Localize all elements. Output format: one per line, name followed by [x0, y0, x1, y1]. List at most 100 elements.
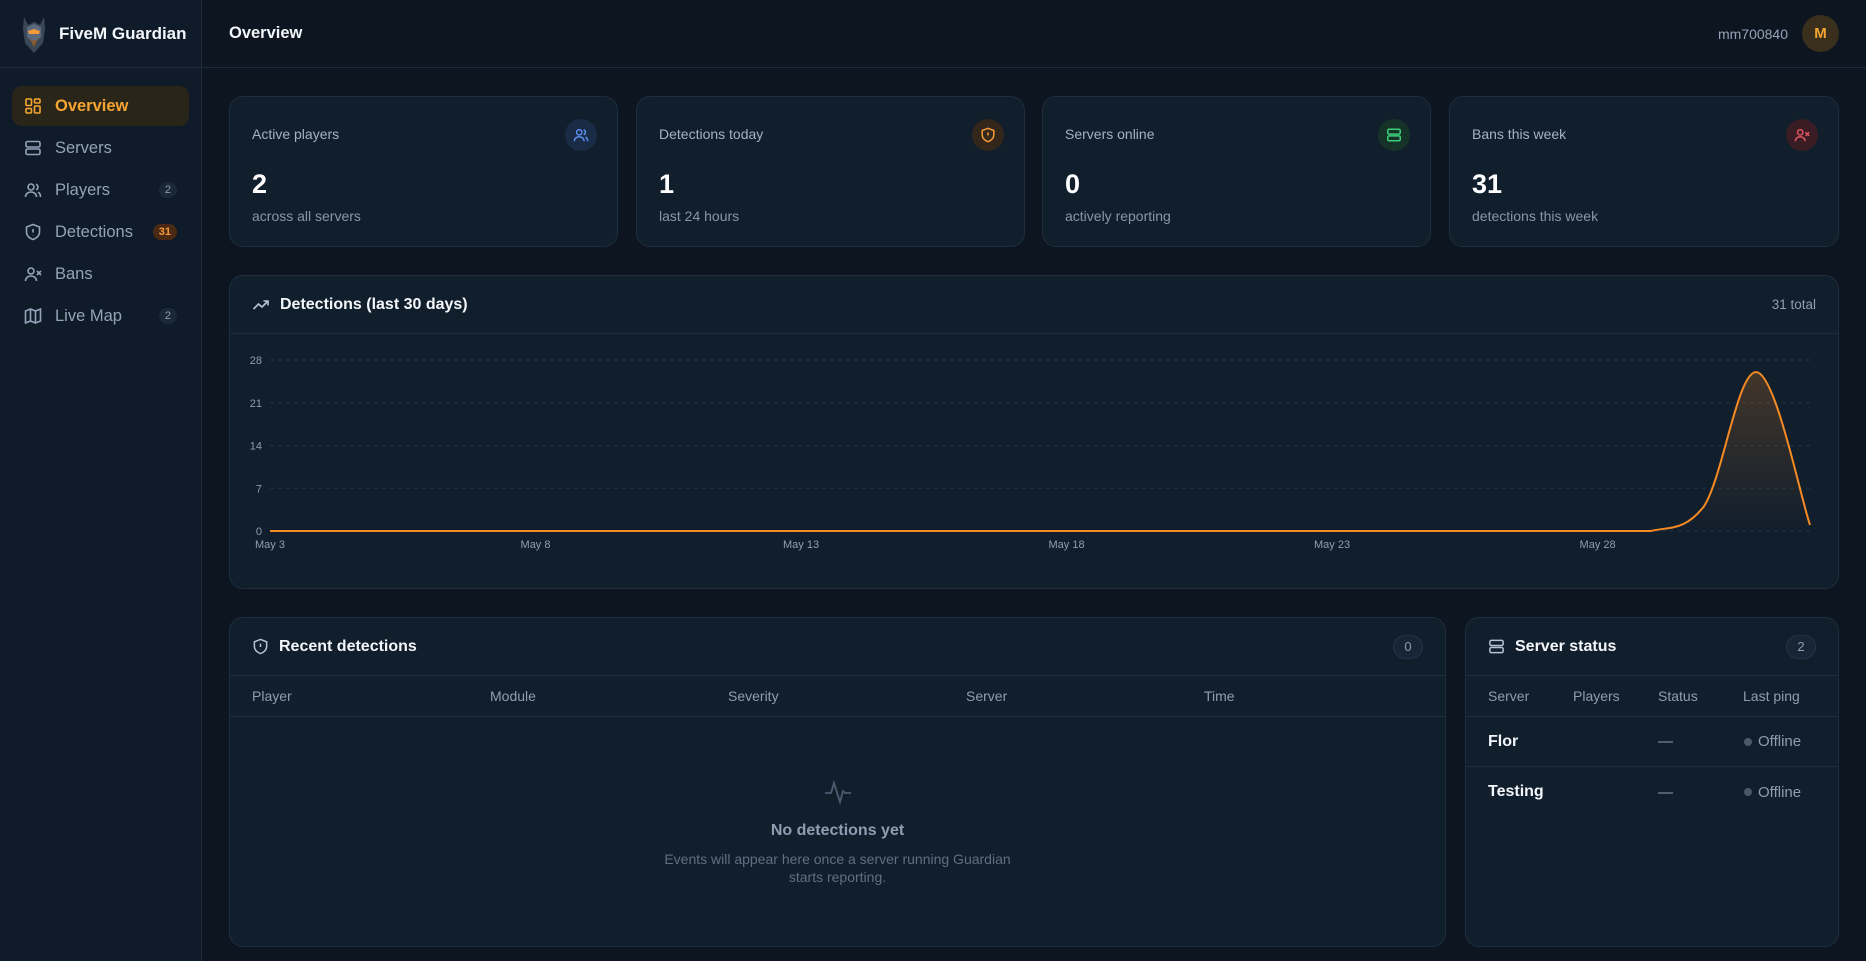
stat-value: 2 — [252, 169, 268, 199]
stat-card-bans-this-week: Bans this week 31 detections this week — [1449, 96, 1839, 247]
shield-icon — [252, 638, 269, 655]
stat-label: Servers online — [1065, 126, 1155, 142]
server-count: 2 — [1786, 634, 1816, 659]
column-header-last-ping[interactable]: Last ping — [1743, 688, 1800, 704]
sidebar-item-label: Servers — [55, 138, 112, 157]
table-row[interactable]: Flor — Offline — [1466, 717, 1838, 767]
x-tick-label: May 13 — [783, 539, 819, 551]
y-tick-label: 7 — [256, 483, 262, 495]
y-tick-label: 21 — [250, 398, 262, 410]
x-tick-label: May 18 — [1049, 539, 1085, 551]
stat-subtitle: detections this week — [1472, 208, 1599, 224]
x-tick-label: May 8 — [521, 539, 551, 551]
x-tick-label: May 28 — [1580, 539, 1616, 551]
series-area — [270, 372, 1810, 531]
column-header-module[interactable]: Module — [490, 688, 728, 704]
sidebar-item-label: Overview — [55, 96, 129, 115]
table-row[interactable]: Testing — Offline — [1466, 767, 1838, 817]
chart-panel-header: Detections (last 30 days) 31 total — [230, 276, 1838, 334]
recent-detections-count: 0 — [1393, 634, 1423, 659]
server-status-header: Server status 2 — [1466, 618, 1838, 676]
username[interactable]: mm700840 — [1718, 26, 1788, 42]
empty-state-title: No detections yet — [770, 822, 905, 839]
server-status-title: Server status — [1515, 637, 1617, 655]
sidebar-item-live-map[interactable]: Live Map 2 — [12, 296, 189, 336]
stat-label: Active players — [252, 126, 340, 142]
empty-state-description-line: Events will appear here once a server ru… — [664, 851, 1011, 867]
sidebar-item-label: Bans — [55, 264, 93, 283]
sidebar-item-overview[interactable]: Overview — [12, 86, 189, 126]
x-tick-label: May 3 — [255, 539, 285, 551]
server-icon — [1378, 119, 1410, 151]
detections-chart-panel: Detections (last 30 days) 31 total 0 7 14 2… — [229, 275, 1839, 589]
status-dot-icon — [1744, 737, 1752, 746]
server-name: Flor — [1488, 732, 1519, 750]
detections-count-badge: 31 — [152, 224, 177, 240]
stat-subtitle: last 24 hours — [659, 208, 740, 224]
stat-label: Bans this week — [1472, 126, 1567, 142]
chart-total: 31 total — [1771, 297, 1816, 312]
server-status-value: — — [1658, 783, 1673, 801]
column-header-server[interactable]: Server — [966, 688, 1204, 704]
sidebar-item-bans[interactable]: Bans — [12, 254, 189, 294]
server-icon — [24, 139, 42, 157]
map-icon — [24, 307, 42, 325]
stat-card-active-players: Active players 2 across all servers — [229, 96, 618, 247]
column-header-time[interactable]: Time — [1204, 688, 1235, 704]
x-tick-label: May 23 — [1314, 539, 1350, 551]
avatar[interactable]: M — [1802, 15, 1839, 52]
series-line — [270, 371, 1811, 532]
server-last-ping: Offline — [1744, 733, 1801, 750]
sidebar-item-label: Detections — [55, 222, 133, 241]
status-dot-icon — [1744, 788, 1752, 796]
detections-area-chart: 0 7 14 21 28 May 3 May 8 May 13 May 18 May 23 May … — [250, 355, 1811, 551]
guardian-logo-icon — [23, 16, 45, 53]
stat-value: 1 — [659, 169, 675, 199]
sidebar-nav: Overview Servers Players 2 Detections 31 — [0, 68, 201, 356]
chart-title: Detections (last 30 days) — [280, 295, 468, 313]
sidebar: FiveM Guardian Overview Servers Players … — [0, 0, 202, 961]
user-x-icon — [1786, 119, 1818, 151]
stat-value: 31 — [1472, 169, 1503, 199]
column-header-server[interactable]: Server — [1488, 688, 1573, 704]
column-header-severity[interactable]: Severity — [728, 688, 966, 704]
server-name: Testing — [1488, 783, 1544, 800]
sidebar-item-label: Live Map — [55, 306, 122, 325]
column-header-status[interactable]: Status — [1658, 688, 1743, 704]
recent-panel-header: Recent detections 0 — [230, 618, 1445, 676]
y-tick-label: 28 — [250, 355, 262, 367]
grid-icon — [24, 97, 42, 115]
column-header-players[interactable]: Players — [1573, 688, 1658, 704]
stat-subtitle: actively reporting — [1065, 208, 1171, 224]
players-count-badge: 2 — [158, 182, 177, 198]
server-status-value: — — [1658, 733, 1673, 750]
y-tick-label: 0 — [256, 526, 262, 538]
user-x-icon — [24, 265, 42, 283]
recent-detections-title: Recent detections — [279, 637, 417, 655]
column-header-player[interactable]: Player — [252, 688, 490, 704]
recent-table-header: Player Module Severity Server Time — [230, 676, 1445, 717]
empty-state-description: Events will appear here once a server ru… — [230, 850, 1445, 886]
activity-icon — [230, 777, 1445, 812]
stat-label: Detections today — [659, 126, 764, 142]
trending-up-icon — [252, 296, 270, 314]
server-last-ping: Offline — [1744, 784, 1801, 801]
empty-state-description-line: starts reporting. — [788, 869, 887, 885]
users-icon — [24, 181, 42, 199]
server-icon — [1488, 638, 1505, 655]
stat-subtitle: across all servers — [252, 208, 361, 224]
stat-card-detections-today: Detections today 1 last 24 hours — [636, 96, 1025, 247]
server-table-header: Server Players Status Last ping — [1466, 676, 1838, 717]
ping-label: Offline — [1758, 783, 1802, 801]
shield-icon — [972, 119, 1004, 151]
sidebar-item-servers[interactable]: Servers — [12, 128, 189, 168]
brand-name: FiveM Guardian — [59, 23, 187, 43]
stat-value: 0 — [1065, 169, 1081, 199]
empty-state: No detections yet Events will appear her… — [230, 717, 1445, 886]
sidebar-item-players[interactable]: Players 2 — [12, 170, 189, 210]
sidebar-item-detections[interactable]: Detections 31 — [12, 212, 189, 252]
recent-detections-panel: Recent detections 0 Player Module Severi… — [229, 617, 1446, 947]
live-map-count-badge: 2 — [158, 308, 177, 324]
shield-icon — [24, 223, 42, 241]
brand[interactable]: FiveM Guardian — [0, 0, 201, 68]
